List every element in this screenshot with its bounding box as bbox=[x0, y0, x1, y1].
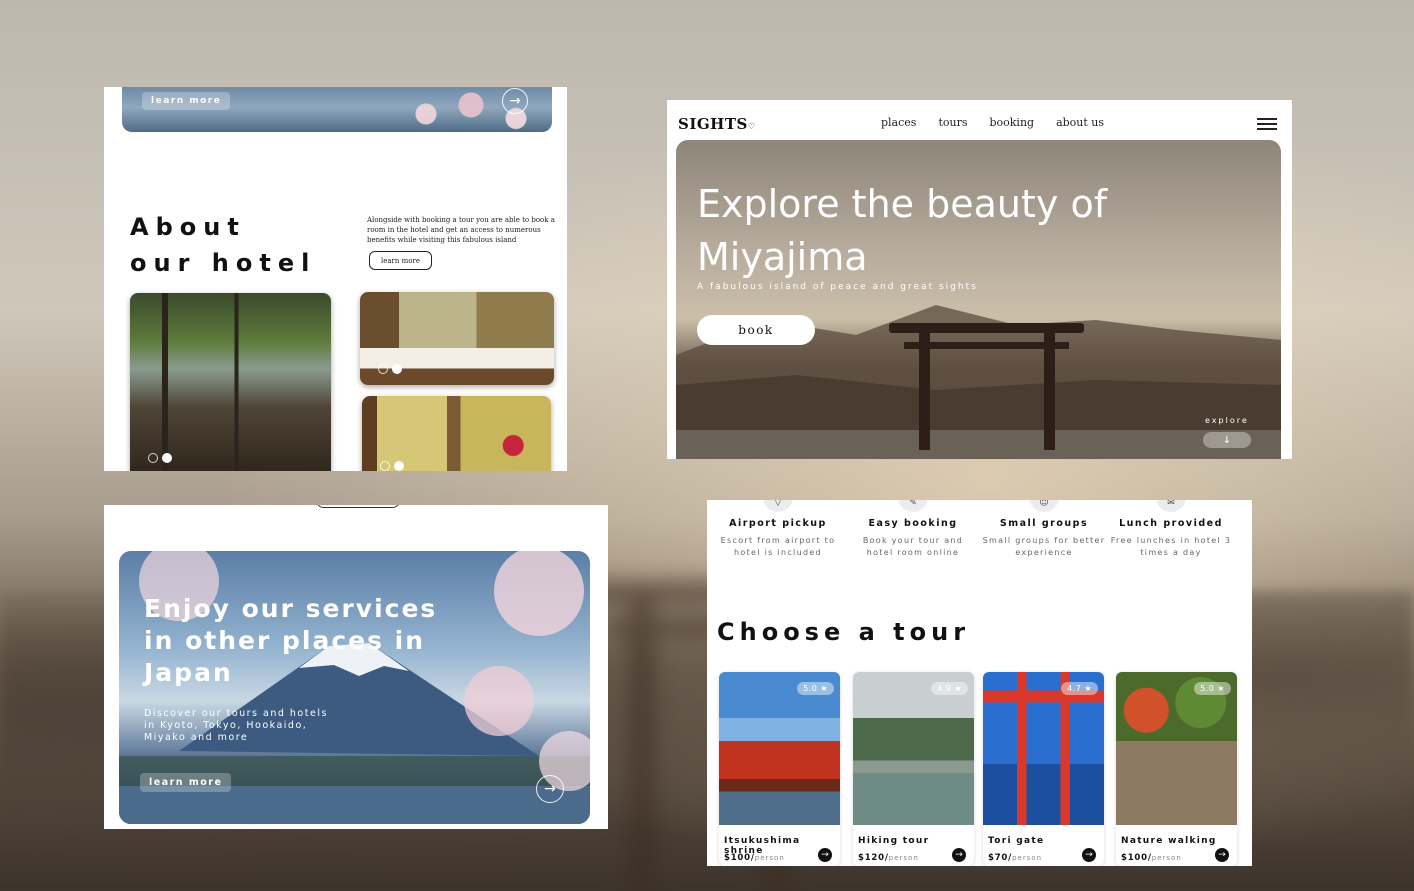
nav-tours[interactable]: tours bbox=[938, 116, 967, 129]
hero-title: Explore the beauty of Miyajima bbox=[697, 182, 1108, 279]
tour-card-nature-walking[interactable]: 5.0 ★ Nature walking $100/person → bbox=[1116, 672, 1237, 866]
partial-button-outline bbox=[316, 505, 400, 508]
feature-airport-pickup: ▽ Airport pickup Escort from airport to … bbox=[713, 500, 843, 559]
explore-label: explore bbox=[1205, 416, 1249, 425]
tour-price: $120/person bbox=[858, 853, 919, 863]
feature-description: Free lunches in hotel 3 times a day bbox=[1110, 536, 1232, 557]
feature-title: Lunch provided bbox=[1119, 518, 1223, 529]
arrow-right-icon[interactable]: → bbox=[1082, 848, 1096, 862]
arrow-right-icon[interactable]: → bbox=[818, 848, 832, 862]
hamburger-menu-icon[interactable] bbox=[1257, 118, 1277, 133]
tour-card-tori-gate[interactable]: 4.7 ★ Tori gate $70/person → bbox=[983, 672, 1104, 866]
logo-text: SIGHTS bbox=[678, 115, 748, 133]
tour-price: $100/person bbox=[1121, 853, 1182, 863]
feature-lunch-provided: ✉ Lunch provided Free lunches in hotel 3… bbox=[1106, 500, 1236, 559]
main-nav: places tours booking about us bbox=[881, 116, 1104, 129]
rating-badge: 5.0 ★ bbox=[797, 682, 834, 695]
nature-walking-deer-image: 5.0 ★ bbox=[1116, 672, 1237, 825]
rating-badge: 5.0 ★ bbox=[1194, 682, 1231, 695]
nav-places[interactable]: places bbox=[881, 116, 916, 129]
sights-logo[interactable]: SIGHTS♡ bbox=[678, 115, 756, 133]
carousel-dot-active[interactable] bbox=[162, 453, 172, 463]
hero-panel: SIGHTS♡ places tours booking about us Ex… bbox=[667, 100, 1292, 459]
feature-description: Escort from airport to hotel is included bbox=[720, 536, 836, 557]
photo-c-dots bbox=[380, 461, 404, 471]
tour-price: $100/person bbox=[724, 853, 785, 863]
miyajima-hero-image: Explore the beauty of Miyajima A fabulou… bbox=[676, 140, 1281, 459]
arrow-right-icon[interactable]: → bbox=[1215, 848, 1229, 862]
mount-fuji-image: Enjoy our services in other places in Ja… bbox=[119, 551, 590, 824]
photo-a-dots bbox=[148, 453, 172, 463]
strip-learn-more-button[interactable]: learn more bbox=[142, 92, 231, 110]
tour-card-hiking[interactable]: 4.9 ★ Hiking tour $120/person → bbox=[853, 672, 974, 866]
group-icon: ☺ bbox=[1029, 500, 1059, 512]
tour-name: Tori gate bbox=[988, 836, 1045, 846]
hiking-tour-image: 4.9 ★ bbox=[853, 672, 974, 825]
tours-panel: ▽ Airport pickup Escort from airport to … bbox=[707, 500, 1252, 866]
services-subtitle: Discover our tours and hotels in Kyoto, … bbox=[144, 708, 328, 743]
location-pin-icon: ▽ bbox=[763, 500, 793, 512]
tour-card-itsukushima[interactable]: 5.0 ★ Itsukushima shrine $100/person → bbox=[719, 672, 840, 866]
explore-down-arrow-icon[interactable]: ↓ bbox=[1203, 432, 1251, 448]
hotel-bedroom-photo bbox=[360, 292, 554, 385]
booking-icon: ✎ bbox=[898, 500, 928, 512]
lunch-icon: ✉ bbox=[1156, 500, 1186, 512]
tour-price: $70/person bbox=[988, 853, 1043, 863]
about-learn-more-button[interactable]: learn more bbox=[369, 251, 432, 270]
book-button[interactable]: book bbox=[697, 315, 815, 345]
nav-booking[interactable]: booking bbox=[989, 116, 1034, 129]
tori-gate-image: 4.7 ★ bbox=[983, 672, 1104, 825]
feature-description: Book your tour and hotel room online bbox=[862, 536, 964, 557]
choose-tour-heading: Choose a tour bbox=[717, 618, 971, 646]
hero-subtitle: A fabulous island of peace and great sig… bbox=[697, 282, 978, 292]
cherry-blossom-strip-image: learn more → bbox=[122, 87, 552, 132]
about-title: About our hotel bbox=[130, 213, 317, 277]
services-panel: Enjoy our services in other places in Ja… bbox=[104, 505, 608, 829]
feature-small-groups: ☺ Small groups Small groups for better e… bbox=[979, 500, 1109, 559]
tour-name: Nature walking bbox=[1121, 836, 1217, 846]
itsukushima-shrine-image: 5.0 ★ bbox=[719, 672, 840, 825]
carousel-dot-active[interactable] bbox=[392, 364, 402, 374]
carousel-dot[interactable] bbox=[380, 461, 390, 471]
tour-name: Hiking tour bbox=[858, 836, 930, 846]
hotel-veranda-photo bbox=[130, 293, 331, 471]
nav-about-us[interactable]: about us bbox=[1056, 116, 1104, 129]
feature-description: Small groups for better experience bbox=[982, 536, 1106, 557]
carousel-dot-active[interactable] bbox=[394, 461, 404, 471]
feature-title: Easy booking bbox=[868, 518, 958, 529]
rating-badge: 4.9 ★ bbox=[931, 682, 968, 695]
carousel-dot[interactable] bbox=[378, 364, 388, 374]
arrow-right-icon[interactable]: → bbox=[952, 848, 966, 862]
about-hotel-panel: learn more → About our hotel Alongside w… bbox=[104, 87, 567, 471]
about-description: Alongside with booking a tour you are ab… bbox=[367, 216, 555, 244]
heart-icon: ♡ bbox=[747, 121, 756, 131]
feature-easy-booking: ✎ Easy booking Book your tour and hotel … bbox=[848, 500, 978, 559]
strip-arrow-icon[interactable]: → bbox=[502, 88, 528, 114]
feature-title: Airport pickup bbox=[729, 518, 827, 529]
photo-b-dots bbox=[378, 364, 402, 374]
services-learn-more-button[interactable]: learn more bbox=[140, 773, 232, 792]
feature-title: Small groups bbox=[999, 518, 1089, 529]
services-arrow-icon[interactable]: → bbox=[536, 775, 564, 803]
carousel-dot[interactable] bbox=[148, 453, 158, 463]
rating-badge: 4.7 ★ bbox=[1061, 682, 1098, 695]
hotel-tatami-room-photo bbox=[362, 396, 551, 471]
services-title: Enjoy our services in other places in Ja… bbox=[144, 594, 438, 687]
